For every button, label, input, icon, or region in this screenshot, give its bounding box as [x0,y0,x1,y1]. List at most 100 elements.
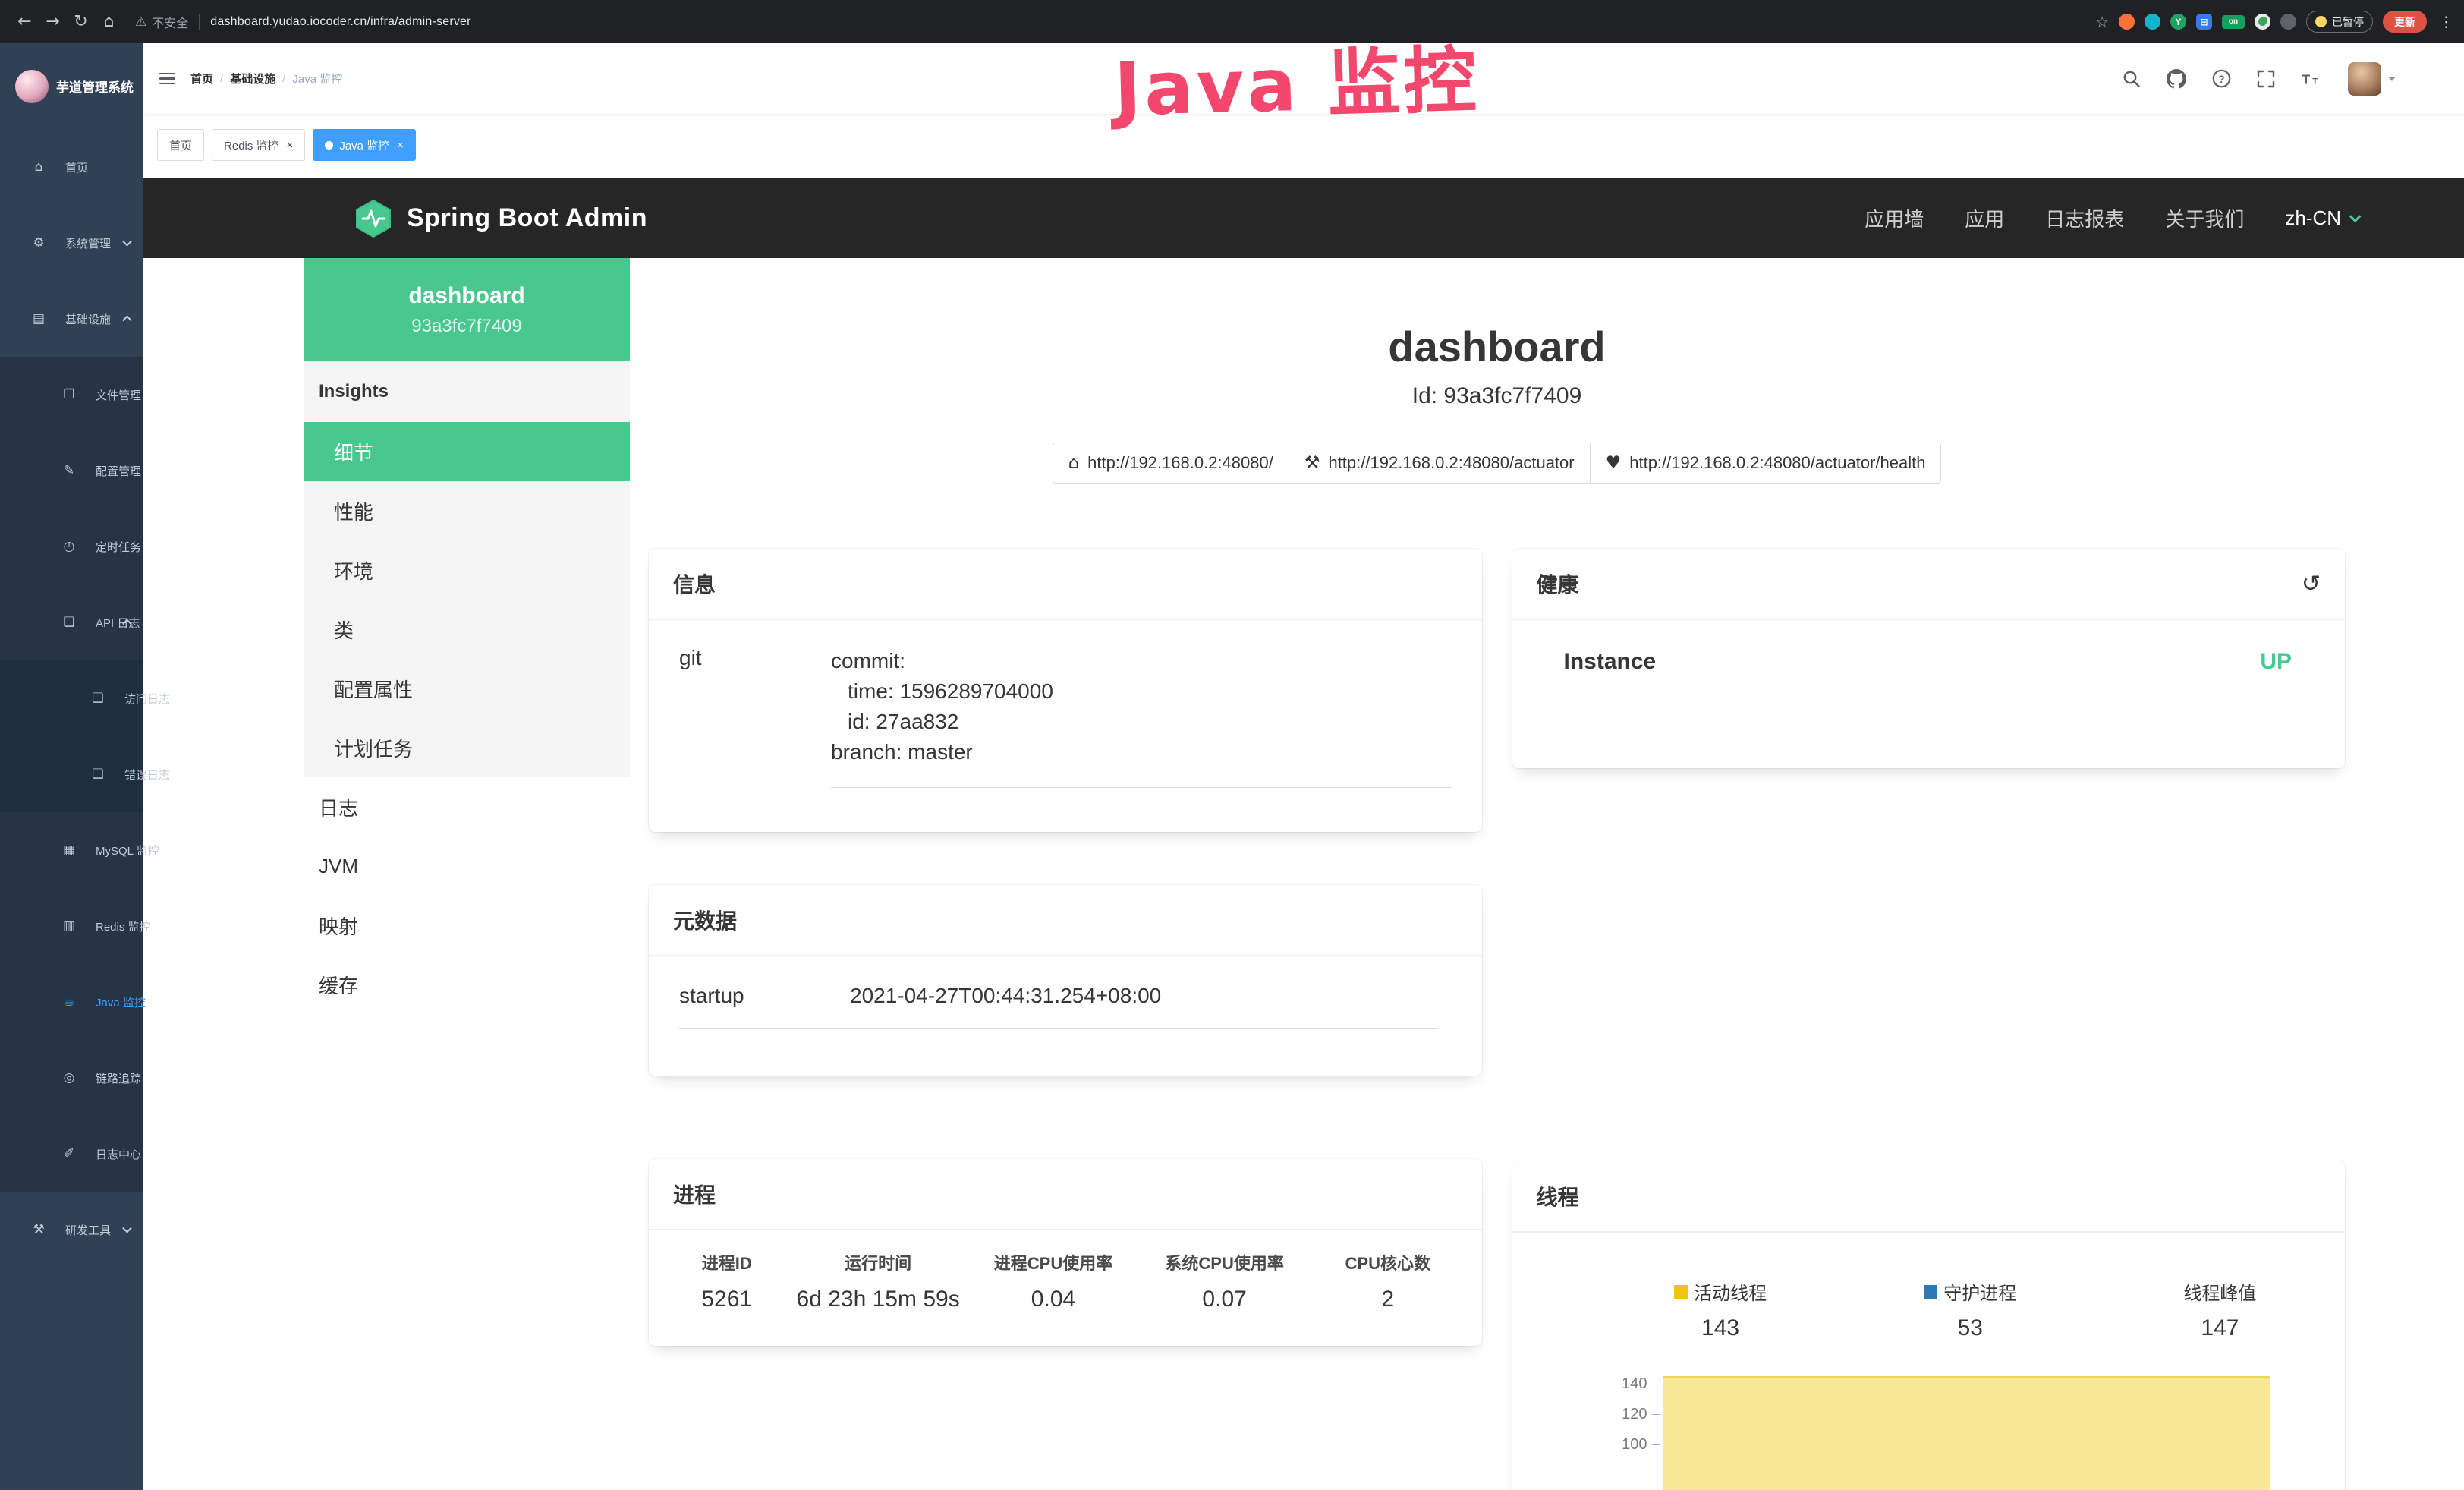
home-icon: ⌂ [29,159,49,175]
sba-brand[interactable]: Spring Boot Admin [353,198,647,239]
breadcrumb-item-home[interactable]: 首页 [190,71,213,87]
info-row-label: git [679,646,831,788]
sidebar-item-redis-monitor[interactable]: ▥ Redis 监控 [0,888,143,964]
sidebar-item-label: 文件管理 [96,387,141,403]
metadata-card-title: 元数据 [649,885,1482,956]
spring-boot-admin-frame: Spring Boot Admin 应用墙 应用 日志报表 关于我们 zh-CN… [143,178,2464,1490]
sba-locale-select[interactable]: zh-CN [2285,206,2358,230]
font-size-icon[interactable]: TT [2301,70,2322,88]
puzzle-extensions-icon[interactable] [2280,14,2296,30]
tag-label: 首页 [169,137,192,153]
grid-extension-icon[interactable]: ⊞ [2196,14,2212,30]
sba-menu-classes[interactable]: 类 [304,600,630,659]
threads-chart: 140 120 100 [1534,1369,2346,1490]
on-badge-extension-icon[interactable]: on [2222,15,2245,29]
back-icon[interactable]: ← [11,12,39,31]
sidebar-item-java-monitor[interactable]: ☕ Java 监控 [0,964,143,1040]
sidebar-item-infrastructure[interactable]: ▤ 基础设施 [0,281,143,357]
health-card: 健康 ↺ Instance UP [1512,549,2346,768]
instance-header: dashboard 93a3fc7f7409 [304,258,630,361]
tag-redis-monitor[interactable]: Redis 监控 × [212,129,305,161]
wrench-icon: ⚒ [1304,453,1320,473]
sba-menu-scheduled-tasks[interactable]: 计划任务 [304,718,630,777]
forward-icon[interactable]: → [39,12,67,31]
breadcrumb-item-infrastructure[interactable]: 基础设施 [230,71,275,87]
sba-menu-config-properties[interactable]: 配置属性 [304,659,630,718]
sidebar-item-access-logs[interactable]: ❏ 访问日志 [0,660,143,736]
profile-paused-badge[interactable]: 已暂停 [2306,11,2373,33]
process-value-cpu-cores: 2 [1312,1287,1463,1312]
sba-menu-jvm[interactable]: JVM [304,836,630,896]
sba-nav-wallboard[interactable]: 应用墙 [1865,204,1924,232]
instance-url-button[interactable]: ⌂ http://192.168.0.2:48080/ [1053,443,1289,484]
tag-java-monitor[interactable]: Java 监控 × [313,129,416,161]
sba-menu-environment[interactable]: 环境 [304,540,630,600]
chevron-down-icon [122,1224,132,1233]
sidebar-item-config-management[interactable]: ✎ 配置管理 [0,433,143,509]
app-logo[interactable]: 芋道管理系统 [0,43,143,129]
insights-section-label: Insights [304,361,630,422]
sidebar-item-mysql-monitor[interactable]: ▦ MySQL 监控 [0,812,143,888]
github-icon[interactable] [2167,69,2186,89]
sidebar-item-home[interactable]: ⌂ 首页 [0,129,143,205]
sidebar-item-system-management[interactable]: ⚙ 系统管理 [0,205,143,281]
sba-nav-about[interactable]: 关于我们 [2165,204,2244,232]
breadcrumb: 首页 / 基础设施 / Java 监控 [190,71,342,87]
sba-nav-applications[interactable]: 应用 [1965,204,2004,232]
y-extension-icon[interactable]: Y [2170,14,2186,30]
reload-icon[interactable]: ↻ [67,12,95,31]
health-instance-label: Instance [1564,649,1657,675]
sba-menu-caches[interactable]: 缓存 [304,955,630,1014]
leaf-extension-icon[interactable] [2255,14,2270,30]
svg-text:?: ? [2218,74,2224,85]
fox-extension-icon[interactable] [2119,14,2135,30]
y-axis-tick: 140 [1534,1375,1647,1393]
history-icon[interactable]: ↺ [2302,571,2321,597]
actuator-url-button[interactable]: ⚒ http://192.168.0.2:48080/actuator [1289,443,1591,484]
browser-update-button[interactable]: 更新 [2383,11,2427,33]
sba-menu-logs[interactable]: 日志 [304,777,630,836]
sidebar-item-error-logs[interactable]: ❏ 错误日志 [0,736,143,812]
legend-peak-threads: 线程峰值 147 [2095,1278,2345,1341]
sidebar-item-label: 基础设施 [65,311,111,327]
sidebar-item-label: 访问日志 [124,691,170,707]
address-bar[interactable]: ⚠ 不安全 dashboard.yudao.iocoder.cn/infra/a… [135,13,471,31]
close-icon[interactable]: × [397,139,404,152]
close-icon[interactable]: × [287,139,294,152]
sidebar-item-scheduled-tasks[interactable]: ◷ 定时任务 [0,509,143,584]
chevron-up-icon [122,315,132,325]
target-icon: ◎ [59,1070,79,1085]
tag-label: Java 监控 [339,137,389,153]
health-url-button[interactable]: ♥ http://192.168.0.2:48080/actuator/heal… [1590,443,1942,484]
url-text[interactable]: dashboard.yudao.iocoder.cn/infra/admin-s… [210,15,470,29]
search-icon[interactable] [2123,70,2141,88]
sba-menu-performance[interactable]: 性能 [304,481,630,540]
document-icon: ❏ [88,767,108,782]
instance-links: ⌂ http://192.168.0.2:48080/ ⚒ http://192… [649,443,2345,484]
tag-home[interactable]: 首页 [157,129,204,161]
sba-menu-details[interactable]: 细节 [304,422,630,481]
git-branch-line: branch: master [831,737,1452,767]
sidebar-item-file-management[interactable]: ❐ 文件管理 [0,357,143,433]
help-icon[interactable]: ? [2212,69,2231,88]
browser-home-icon[interactable]: ⌂ [95,12,123,31]
fullscreen-icon[interactable] [2257,70,2275,88]
process-header-system-cpu: 系统CPU使用率 [1137,1250,1312,1274]
sidebar-item-link-tracing[interactable]: ◎ 链路追踪 [0,1040,143,1116]
sba-menu-mappings[interactable]: 映射 [304,896,630,955]
hamburger-icon[interactable] [159,73,175,85]
sidebar-item-dev-tools[interactable]: ⚒ 研发工具 [0,1192,143,1268]
sba-nav-journal[interactable]: 日志报表 [2045,204,2124,232]
file-icon: ❐ [59,387,79,402]
database-icon: ▥ [59,918,79,934]
sidebar-item-api-logs[interactable]: ❏ API 日志 [0,584,143,660]
user-menu[interactable] [2348,62,2396,96]
sidebar-item-log-center[interactable]: ✐ 日志中心 [0,1116,143,1192]
bookmark-star-icon[interactable]: ☆ [2095,13,2109,31]
tools-icon: ⚒ [29,1222,49,1237]
sba-body: dashboard 93a3fc7f7409 Insights 细节 性能 环境… [143,258,2464,1490]
droplet-extension-icon[interactable] [2145,14,2160,30]
active-dot [325,141,333,150]
browser-menu-icon[interactable]: ⋮ [2439,14,2453,30]
metadata-card: 元数据 startup 2021-04-27T00:44:31.254+08:0… [649,885,1482,1076]
